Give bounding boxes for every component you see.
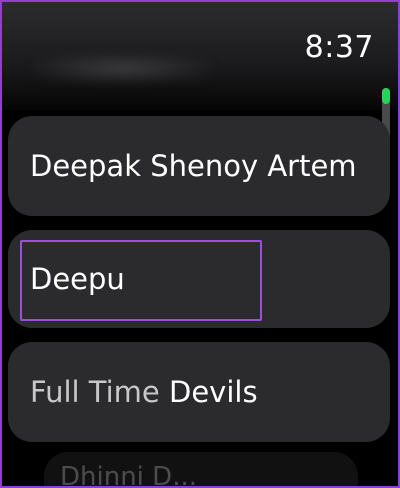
scroll-thumb[interactable] <box>382 88 390 104</box>
contact-first-name: Full Time <box>30 375 160 409</box>
contact-name: Deepu <box>30 262 125 296</box>
contact-item-selected[interactable]: Deepu <box>8 230 390 328</box>
contact-name: Dhinni D... <box>60 462 197 488</box>
contact-item[interactable]: Dhinni D... <box>44 452 358 488</box>
blurred-title <box>32 52 212 84</box>
contact-name: Deepak Shenoy Artem <box>30 149 357 183</box>
clock-time: 8:37 <box>304 30 374 65</box>
watch-screen: 8:37 Deepak Shenoy Artem Deepu Full Time… <box>0 0 400 488</box>
contact-last-name: Devils <box>169 375 258 409</box>
header-bar: 8:37 <box>2 2 398 110</box>
contact-item[interactable]: Full Time Devils <box>8 342 390 442</box>
contact-item[interactable]: Deepak Shenoy Artem <box>8 116 390 216</box>
